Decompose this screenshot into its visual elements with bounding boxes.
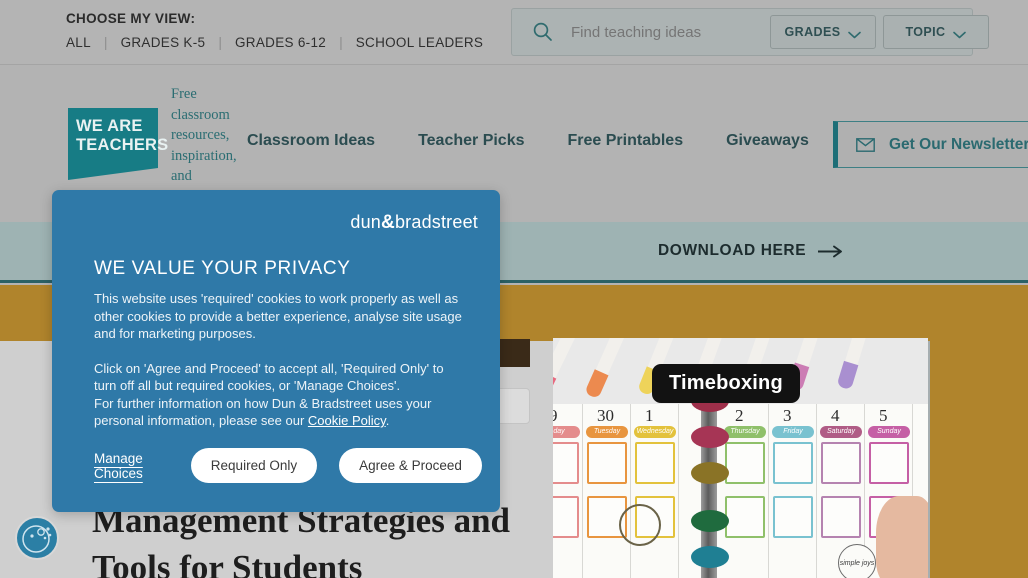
chevron-down-icon [953, 28, 967, 39]
planner-column: 9 day [553, 404, 583, 578]
privacy-paragraph-2-end: . [385, 413, 390, 428]
search-bar[interactable]: GRADES TOPIC [511, 8, 989, 56]
required-only-button[interactable]: Required Only [190, 448, 318, 483]
choose-view-label: CHOOSE MY VIEW: [66, 11, 196, 26]
site-logo[interactable]: WE ARE TEACHERS [68, 108, 169, 180]
planner-stamp: simple joys [838, 544, 876, 578]
nav-item-teacher-picks[interactable]: Teacher Picks [418, 132, 524, 150]
cookie-policy-link[interactable]: Cookie Policy [308, 413, 386, 428]
planner-day-label: day [553, 426, 580, 438]
planner-day-number: 4 [831, 406, 840, 425]
grades-filter-button[interactable]: GRADES [770, 15, 876, 49]
view-link-all[interactable]: ALL [66, 35, 91, 50]
hero-gold-right-band [930, 285, 1028, 578]
planner-day-label: Friday [772, 426, 814, 438]
view-link-grades-k5[interactable]: GRADES K-5 [121, 35, 206, 50]
nav-item-classroom-ideas[interactable]: Classroom Ideas [247, 132, 375, 150]
planner-day-label: Saturday [820, 426, 862, 438]
planner-day-label: Thursday [724, 426, 766, 438]
arrow-right-icon [818, 245, 844, 258]
nav-item-giveaways[interactable]: Giveaways [726, 132, 809, 150]
planner-column: 3 Friday [769, 404, 817, 578]
planner-day-number: 1 [645, 406, 654, 425]
planner-disc [691, 510, 729, 532]
chevron-down-icon [848, 28, 862, 39]
planner-column: 1 Wednesday [631, 404, 679, 578]
hand [876, 496, 928, 578]
logo-line-1: WE ARE [76, 117, 143, 135]
privacy-paragraph-1: This website uses 'required' cookies to … [94, 291, 462, 341]
get-newsletter-button[interactable]: Get Our Newsletter [833, 121, 1028, 168]
page-root: CHOOSE MY VIEW: ALL | GRADES K-5 | GRADE… [0, 0, 1028, 578]
choose-my-view: CHOOSE MY VIEW: ALL | GRADES K-5 | GRADE… [66, 11, 483, 50]
nav-links: Classroom Ideas Teacher Picks Free Print… [247, 132, 809, 150]
privacy-paragraph-2: Click on 'Agree and Proceed' to accept a… [94, 360, 464, 430]
privacy-paragraph-2-line1: Click on 'Agree and Proceed' to accept a… [94, 360, 444, 394]
planner-day-number: 5 [879, 406, 888, 425]
grades-filter-label: GRADES [784, 25, 841, 39]
view-link-school-leaders[interactable]: SCHOOL LEADERS [356, 35, 484, 50]
utility-bar: CHOOSE MY VIEW: ALL | GRADES K-5 | GRADE… [0, 0, 1028, 65]
planner-page: 9 day 30 Tuesday 1 Wednesday 2 Thursday [553, 404, 928, 578]
privacy-dialog-body: This website uses 'required' cookies to … [94, 290, 464, 430]
planner-day-number: 30 [597, 406, 614, 425]
site-tagline: Free classroom resources, inspiration, a… [171, 86, 237, 184]
logo-text-bradstreet: bradstreet [394, 212, 478, 232]
pen-circle-mark [619, 504, 661, 546]
search-icon [532, 21, 554, 43]
download-here-label: DOWNLOAD HERE [658, 242, 807, 259]
privacy-consent-dialog: dun&bradstreet WE VALUE YOUR PRIVACY Thi… [52, 190, 500, 512]
planner-disc [691, 546, 729, 568]
cookie-settings-button[interactable] [15, 516, 59, 560]
view-link-grades-6-12[interactable]: GRADES 6-12 [235, 35, 326, 50]
planner-column: 30 Tuesday [583, 404, 631, 578]
privacy-dialog-actions: Manage Choices Required Only Agree & Pro… [94, 448, 482, 483]
topic-filter-label: TOPIC [905, 25, 946, 39]
manage-choices-link[interactable]: Manage Choices [94, 451, 143, 481]
agree-proceed-button[interactable]: Agree & Proceed [339, 448, 482, 483]
pen [584, 338, 635, 400]
view-separator: | [103, 34, 108, 50]
logo-text-dun: dun [350, 212, 382, 232]
cookie-icon [22, 525, 52, 553]
planner-day-number: 3 [783, 406, 792, 425]
planner-day-label: Sunday [868, 426, 910, 438]
view-separator: | [339, 34, 343, 50]
planner-disc [691, 462, 729, 484]
nav-item-free-printables[interactable]: Free Printables [568, 132, 684, 150]
dun-bradstreet-logo: dun&bradstreet [350, 212, 478, 234]
logo-line-2: TEACHERS [76, 136, 169, 154]
privacy-dialog-title: WE VALUE YOUR PRIVACY [94, 258, 351, 279]
planner-day-label: Tuesday [586, 426, 628, 438]
planner-day-number: 9 [553, 406, 558, 425]
search-input[interactable] [571, 23, 770, 41]
download-here-link[interactable]: DOWNLOAD HERE [658, 242, 844, 260]
topic-filter-button[interactable]: TOPIC [883, 15, 989, 49]
pen [836, 338, 877, 391]
timeboxing-label: Timeboxing [652, 364, 800, 403]
planner-column: 2 Thursday [721, 404, 769, 578]
view-separator: | [218, 34, 222, 50]
logo-ampersand: & [381, 212, 395, 233]
newsletter-label: Get Our Newsletter [889, 135, 1028, 153]
envelope-icon [856, 137, 875, 152]
planner-day-number: 2 [735, 406, 744, 425]
planner-day-label: Wednesday [634, 426, 676, 438]
planner-disc [691, 426, 729, 448]
view-links: ALL | GRADES K-5 | GRADES 6-12 | SCHOOL … [66, 34, 483, 50]
pen [553, 338, 585, 402]
